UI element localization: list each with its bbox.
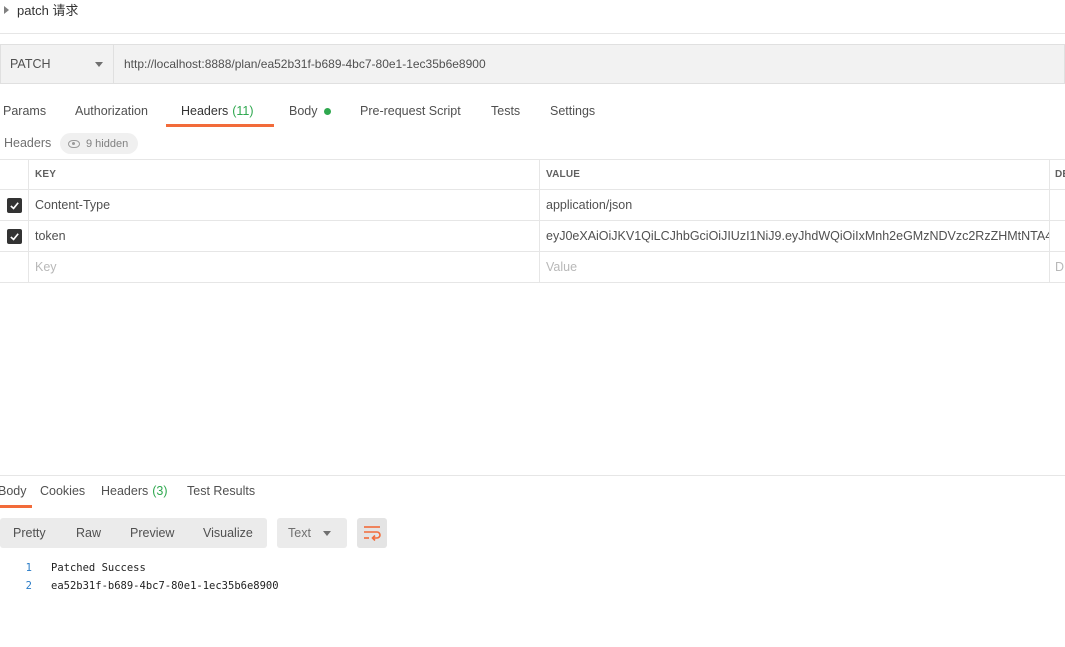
request-name: patch 请求 [17, 3, 79, 18]
header-value-cell[interactable]: eyJ0eXAiOiJKV1QiLCJhbGciOiJIUzI1NiJ9.eyJ… [540, 221, 1050, 251]
hidden-headers-toggle[interactable]: 9 hidden [60, 133, 139, 154]
code-line: 2 ea52b31f-b689-4bc7-80e1-1ec35b6e8900 [0, 577, 600, 595]
response-tab-test-results[interactable]: Test Results [187, 484, 255, 498]
view-mode-group: Pretty Raw Preview Visualize [0, 518, 267, 548]
response-tabs: Body Cookies Headers (3) Test Results [0, 480, 1065, 510]
response-active-underline [0, 505, 32, 508]
format-select[interactable]: Text [277, 518, 347, 548]
key-column-header: KEY [29, 160, 540, 189]
response-tab-cookies[interactable]: Cookies [40, 484, 85, 498]
method-label: PATCH [10, 57, 51, 71]
row-checkbox[interactable] [6, 228, 22, 244]
tab-tests-label: Tests [491, 104, 521, 118]
code-line-text: Patched Success [51, 562, 146, 574]
row-checkbox-cell [0, 221, 29, 251]
tab-headers-label: Headers [181, 104, 229, 118]
new-value-input[interactable]: Value [540, 252, 1050, 282]
hidden-headers-count: 9 hidden [86, 137, 129, 150]
response-tab-headers-count: (3) [152, 484, 168, 498]
new-key-input[interactable]: Key [29, 252, 540, 282]
response-body-viewer[interactable]: 1 Patched Success 2 ea52b31f-b689-4bc7-8… [0, 559, 600, 595]
eye-icon [68, 139, 80, 148]
tab-headers-count: (11) [232, 104, 254, 118]
line-number: 1 [25, 562, 32, 574]
code-line: 1 Patched Success [0, 559, 600, 577]
wrap-lines-button[interactable] [357, 518, 387, 548]
tab-tests[interactable]: Tests [491, 96, 520, 126]
tab-prerequest-script[interactable]: Pre-request Script [360, 96, 461, 126]
response-tab-headers-label: Headers [101, 484, 149, 498]
headers-table: KEY VALUE DE Content-Type application/js… [0, 159, 1065, 283]
tab-params-label: Params [3, 104, 47, 118]
new-header-row: Key Value D [0, 252, 1065, 283]
body-indicator-dot [323, 107, 331, 115]
header-key-cell[interactable]: Content-Type [29, 190, 540, 220]
response-tab-body[interactable]: Body [0, 484, 27, 498]
checkmark-icon [9, 232, 19, 241]
tab-body[interactable]: Body [289, 96, 331, 126]
active-tab-underline [166, 124, 274, 127]
view-pretty-button[interactable]: Pretty [13, 518, 46, 548]
tab-headers[interactable]: Headers (11) [181, 96, 254, 126]
view-preview-button[interactable]: Preview [130, 518, 174, 548]
chevron-down-icon [95, 61, 103, 67]
code-line-text: ea52b31f-b689-4bc7-80e1-1ec35b6e8900 [51, 580, 279, 592]
row-checkbox-cell [0, 190, 29, 220]
table-row: Content-Type application/json [0, 190, 1065, 221]
tab-body-label: Body [289, 104, 318, 118]
tab-params[interactable]: Params [3, 96, 46, 126]
checkmark-icon [9, 201, 19, 210]
request-tabs: Params Authorization Headers (11) Body P… [0, 96, 1065, 128]
collapse-caret-icon[interactable] [4, 5, 9, 14]
header-description-cell[interactable] [1050, 221, 1065, 251]
line-number: 2 [25, 580, 32, 592]
request-title-bar[interactable]: patch 请求 [0, 0, 1065, 34]
view-raw-button[interactable]: Raw [76, 518, 101, 548]
response-tab-cookies-label: Cookies [40, 484, 86, 498]
chevron-down-icon [322, 530, 331, 536]
table-header-row: KEY VALUE DE [0, 159, 1065, 190]
tab-authorization[interactable]: Authorization [75, 96, 148, 126]
method-select[interactable]: PATCH [0, 44, 113, 84]
url-bar: PATCH http://localhost:8888/plan/ea52b31… [0, 44, 1065, 84]
header-description-cell[interactable] [1050, 190, 1065, 220]
tab-settings[interactable]: Settings [550, 96, 595, 126]
value-column-header: VALUE [540, 160, 1050, 189]
table-row: token eyJ0eXAiOiJKV1QiLCJhbGciOiJIUzI1Ni… [0, 221, 1065, 252]
response-divider[interactable] [0, 475, 1065, 476]
new-description-input[interactable]: D [1050, 252, 1065, 282]
check-column-header [0, 160, 29, 189]
response-tab-headers[interactable]: Headers (3) [101, 484, 168, 498]
url-input[interactable]: http://localhost:8888/plan/ea52b31f-b689… [113, 44, 1065, 84]
tab-settings-label: Settings [550, 104, 596, 118]
response-tab-body-label: Body [0, 484, 27, 498]
wrap-lines-icon [364, 526, 381, 541]
response-tab-test-results-label: Test Results [187, 484, 256, 498]
header-value-cell[interactable]: application/json [540, 190, 1050, 220]
row-checkbox[interactable] [6, 197, 22, 213]
headers-section-label: Headers [4, 136, 52, 150]
header-key-cell[interactable]: token [29, 221, 540, 251]
tab-authorization-label: Authorization [75, 104, 148, 118]
format-select-label: Text [288, 526, 311, 540]
tab-prerequest-label: Pre-request Script [360, 104, 461, 118]
view-visualize-button[interactable]: Visualize [203, 518, 253, 548]
description-column-header: DE [1055, 169, 1065, 180]
row-checkbox-cell [0, 252, 29, 282]
